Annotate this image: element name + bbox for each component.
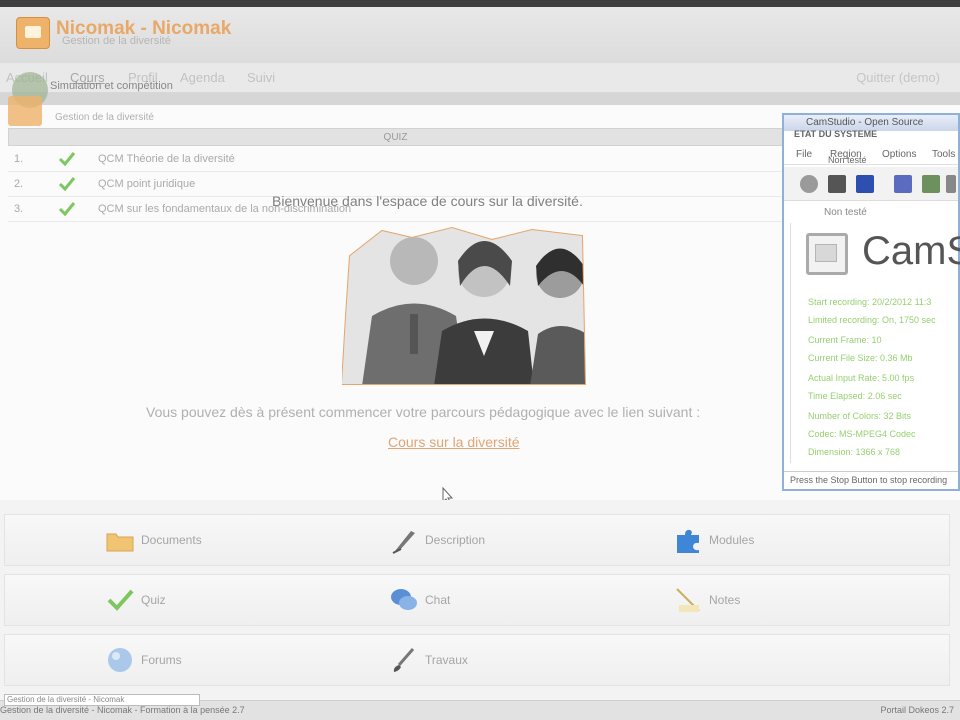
course-icon (8, 96, 42, 126)
stop-icon[interactable] (856, 175, 874, 193)
camstudio-status: Non testé (824, 207, 867, 218)
camstudio-footer: Press the Stop Button to stop recording (784, 471, 958, 489)
status-tooltip: Gestion de la diversité - Nicomak (4, 694, 200, 706)
intro-text: Vous pouvez dès à présent commencer votr… (146, 404, 701, 420)
tool-label[interactable]: Chat (425, 593, 450, 607)
camstudio-info-line: Time Elapsed: 2.06 sec (808, 391, 902, 401)
pause-icon[interactable] (828, 175, 846, 193)
camstudio-brand: CamS (862, 229, 960, 273)
camstudio-ghost-title: ETAT DU SYSTEME (794, 129, 878, 139)
puzzle-icon (677, 529, 699, 553)
app-header: Nicomak - Nicomak Gestion de la diversit… (0, 7, 960, 63)
tool-label[interactable]: Travaux (425, 653, 468, 667)
tool-label[interactable]: Modules (709, 533, 754, 547)
menu-file[interactable]: File (796, 149, 812, 160)
breadcrumb[interactable]: Gestion de la diversité (55, 112, 154, 123)
camstudio-info-line: Dimension: 1366 x 768 (808, 447, 901, 457)
tool-label[interactable]: Description (425, 533, 485, 547)
tool-label[interactable]: Notes (709, 593, 740, 607)
menu-options[interactable]: Options (882, 149, 916, 160)
tools-row-2: Quiz Chat Notes (4, 574, 950, 626)
window-top-bar (0, 0, 960, 7)
transition-ghost-text: Simulation et compétition (50, 80, 173, 92)
record-icon[interactable] (800, 175, 818, 193)
camstudio-info-line: Actual Input Rate: 5.00 fps (808, 373, 915, 383)
tool-label[interactable]: Forums (141, 653, 182, 667)
camstudio-info-line: Current File Size: 0.36 Mb (808, 353, 913, 363)
folder-icon (106, 533, 134, 552)
settings-icon[interactable] (922, 175, 940, 193)
course-link[interactable]: Cours sur la diversité (388, 434, 520, 450)
camstudio-logo-icon (806, 233, 848, 275)
tools-row-1: Documents Description Modules (4, 514, 950, 566)
welcome-heading: Bienvenue dans l'espace de cours sur la … (272, 193, 583, 209)
menu-tools[interactable]: Tools (932, 149, 955, 160)
row-number: 1. (14, 153, 24, 165)
section-strip (0, 93, 960, 105)
camstudio-menu: File Region Options Tools Non testé (784, 145, 958, 165)
forum-icon (108, 648, 132, 672)
row-number: 3. (14, 203, 24, 215)
quiz-label[interactable]: QCM point juridique (98, 178, 195, 190)
check-icon (58, 152, 76, 167)
table-row[interactable]: 1. QCM Théorie de la diversité (8, 148, 783, 172)
quill-icon (392, 531, 415, 554)
quit-link[interactable]: Quitter (demo) (856, 70, 940, 85)
tool-label[interactable]: Documents (141, 533, 202, 547)
camstudio-info-line: Current Frame: 10 (808, 335, 882, 345)
check-icon (58, 177, 76, 192)
tools-row-3: Forums Travaux (4, 634, 950, 686)
app-subtitle: Gestion de la diversité (62, 35, 171, 47)
quiz-header: QUIZ (8, 128, 783, 146)
team-photo (342, 226, 587, 385)
app-logo-icon (16, 17, 50, 49)
check-icon (107, 589, 134, 611)
more-icon[interactable] (946, 175, 956, 193)
brush-icon (393, 648, 415, 672)
nav-item-suivi[interactable]: Suivi (247, 70, 275, 85)
camstudio-window[interactable]: CamStudio - Open Source ETAT DU SYSTEME … (782, 113, 960, 491)
check-icon (58, 202, 76, 217)
note-icon (676, 588, 700, 612)
chat-icon (391, 589, 417, 610)
camstudio-toolbar (784, 167, 958, 201)
nav-item-agenda[interactable]: Agenda (180, 70, 225, 85)
quiz-label[interactable]: QCM Théorie de la diversité (98, 153, 235, 165)
camstudio-info-line: Codec: MS-MPEG4 Codec (808, 429, 916, 439)
camstudio-info-line: Number of Colors: 32 Bits (808, 411, 912, 421)
row-number: 2. (14, 178, 24, 190)
status-right-text: Portail Dokeos 2.7 (880, 705, 954, 715)
status-text: Gestion de la diversité - Nicomak - Form… (0, 705, 245, 715)
menu-ghost-sub: Non testé (828, 155, 867, 165)
camstudio-info-line: Limited recording: On, 1750 sec (808, 315, 936, 325)
course-tools: Documents Description Modules Quiz Chat … (0, 500, 960, 700)
region-icon[interactable] (894, 175, 912, 193)
tool-label[interactable]: Quiz (141, 593, 166, 607)
camstudio-info-line: Start recording: 20/2/2012 11:3 (808, 297, 932, 307)
